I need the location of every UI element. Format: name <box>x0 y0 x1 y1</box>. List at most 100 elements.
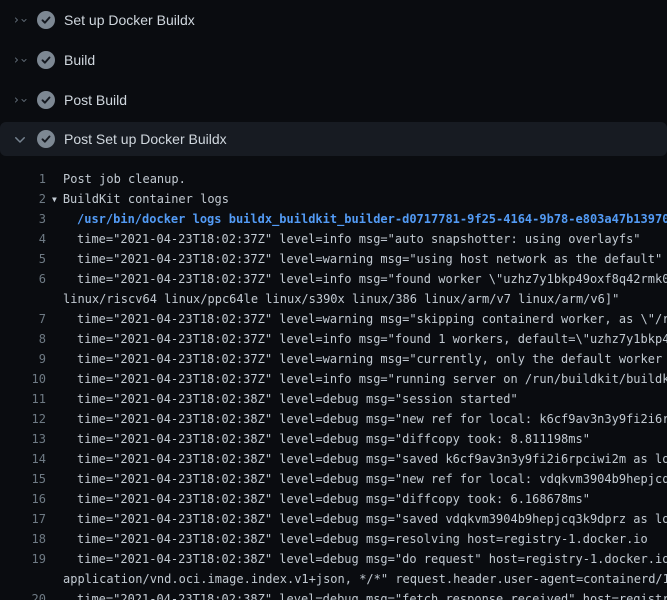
log-group-toggle[interactable]: ▼ BuildKit container logs <box>52 189 229 209</box>
log-line-text: linux/riscv64 linux/ppc64le linux/s390x … <box>63 289 619 309</box>
check-circle-icon <box>37 51 55 69</box>
log-row: 15time="2021-04-23T18:02:38Z" level=debu… <box>0 469 667 489</box>
log-text: application/vnd.oci.image.index.v1+json,… <box>63 572 667 586</box>
step-row-post-build[interactable]: Post Build <box>0 80 667 120</box>
step-title: Post Build <box>64 92 127 108</box>
log-row: 16 time="2021-04-23T18:02:38Z" level=debu… <box>0 489 667 509</box>
log-row: 4 time="2021-04-23T18:02:37Z" level=info … <box>0 229 667 249</box>
log-row: 11 time="2021-04-23T18:02:38Z" level=debu… <box>0 389 667 409</box>
log-text: time="2021-04-23T18:02:37Z" level=info m… <box>77 372 667 386</box>
log-line-number[interactable]: 16 <box>0 489 46 509</box>
log-text: time="2021-04-23T18:02:38Z" level=debug … <box>77 492 590 506</box>
chevron-right-icon <box>12 52 20 68</box>
log-row: 12 time="2021-04-23T18:02:38Z" level=debu… <box>0 409 667 429</box>
log-line-number[interactable]: 7 <box>0 309 46 329</box>
log-line-number[interactable]: 1 <box>0 169 46 189</box>
log-line-text: time="2021-04-23T18:02:37Z" level=warnin… <box>77 309 667 329</box>
log-area: 1 Post job cleanup. 2 ▼ BuildKit container l… <box>0 160 667 600</box>
log-text: time="2021-04-23T18:02:37Z" level=info m… <box>77 232 641 246</box>
check-circle-icon <box>37 130 55 148</box>
chevron-icon <box>12 52 28 68</box>
log-row: 20 time="2021-04-23T18:02:38Z" level=debu… <box>0 589 667 600</box>
log-line-text: time="2021-04-23T18:02:38Z" level=debug … <box>77 589 667 600</box>
log-line-text: time="2021-04-23T18:02:38Z" level=debug … <box>77 549 667 569</box>
log-row: 17 time="2021-04-23T18:02:38Z" level=debu… <box>0 509 667 529</box>
steps-list: Set up Docker Buildx Build Post Build <box>0 0 667 156</box>
log-line-number[interactable]: 13 <box>0 429 46 449</box>
step-title: Post Set up Docker Buildx <box>64 131 227 147</box>
log-line-number[interactable]: 18 <box>0 529 46 549</box>
log-line-text: time="2021-04-23T18:02:37Z" level=info m… <box>77 229 641 249</box>
log-line-number <box>0 289 46 309</box>
check-circle-icon <box>37 91 55 109</box>
log-line-number[interactable]: 3 <box>0 209 46 229</box>
log-line-number[interactable]: 20 <box>0 589 46 600</box>
log-line-text: application/vnd.oci.image.index.v1+json,… <box>63 569 667 589</box>
log-row: 1 Post job cleanup. <box>0 169 667 189</box>
log-line-number[interactable]: 5 <box>0 249 46 269</box>
log-text: time="2021-04-23T18:02:37Z" level=info m… <box>77 332 667 346</box>
chevron-down-icon <box>20 12 28 28</box>
log-row: 7 time="2021-04-23T18:02:37Z" level=warni… <box>0 309 667 329</box>
chevron-right-icon <box>12 12 20 28</box>
log-text: Post job cleanup. <box>63 172 186 186</box>
log-line-text: time="2021-04-23T18:02:37Z" level=info m… <box>77 369 667 389</box>
log-line-number[interactable]: 19 <box>0 549 46 569</box>
log-line-number <box>0 569 46 589</box>
log-row: 13 time="2021-04-23T18:02:38Z" level=debu… <box>0 429 667 449</box>
step-row-set-up-docker-buildx[interactable]: Set up Docker Buildx <box>0 0 667 40</box>
log-line-number[interactable]: 15 <box>0 469 46 489</box>
log-line-text: time="2021-04-23T18:02:38Z" level=debug … <box>77 429 590 449</box>
log-text: time="2021-04-23T18:02:38Z" level=debug … <box>77 432 590 446</box>
log-line-number[interactable]: 17 <box>0 509 46 529</box>
log-line-text: time="2021-04-23T18:02:38Z" level=debug … <box>77 489 590 509</box>
step-title: Build <box>64 52 95 68</box>
log-text: time="2021-04-23T18:02:38Z" level=debug … <box>77 552 667 566</box>
log-text: time="2021-04-23T18:02:37Z" level=warnin… <box>77 252 662 266</box>
log-line-number[interactable]: 8 <box>0 329 46 349</box>
log-row: 18 time="2021-04-23T18:02:38Z" level=debu… <box>0 529 667 549</box>
check-circle-icon <box>37 11 55 29</box>
log-line-text: time="2021-04-23T18:02:37Z" level=warnin… <box>77 249 662 269</box>
log-line-number[interactable]: 11 <box>0 389 46 409</box>
log-text: time="2021-04-23T18:02:38Z" level=debug … <box>77 512 667 526</box>
log-line-text: time="2021-04-23T18:02:37Z" level=info m… <box>77 269 667 289</box>
chevron-icon <box>12 92 28 108</box>
log-row: 19 time="2021-04-23T18:02:38Z" level=debu… <box>0 549 667 569</box>
chevron-down-icon <box>20 92 28 108</box>
log-command-text: /usr/bin/docker logs buildx_buildkit_bui… <box>77 209 667 229</box>
log-row: 8 time="2021-04-23T18:02:37Z" level=info … <box>0 329 667 349</box>
log-text: time="2021-04-23T18:02:38Z" level=debug … <box>77 532 648 546</box>
log-text: linux/riscv64 linux/ppc64le linux/s390x … <box>63 292 619 306</box>
log-line-text: time="2021-04-23T18:02:38Z" level=debug … <box>77 509 667 529</box>
log-line-number[interactable]: 6 <box>0 269 46 289</box>
log-line-number[interactable]: 14 <box>0 449 46 469</box>
log-row: 10 time="2021-04-23T18:02:37Z" level=info… <box>0 369 667 389</box>
step-row-post-set-up-docker-buildx[interactable]: Post Set up Docker Buildx <box>0 122 667 156</box>
chevron-icon <box>12 12 28 28</box>
log-line-text: time="2021-04-23T18:02:38Z" level=debug … <box>77 389 518 409</box>
log-lines: 1 Post job cleanup. 2 ▼ BuildKit container l… <box>0 169 667 600</box>
step-row-build[interactable]: Build <box>0 40 667 80</box>
log-line-number[interactable]: 4 <box>0 229 46 249</box>
log-row: 9 time="2021-04-23T18:02:37Z" level=warni… <box>0 349 667 369</box>
log-line-text: time="2021-04-23T18:02:38Z" level=debug … <box>77 409 667 429</box>
log-line-number[interactable]: 10 <box>0 369 46 389</box>
log-text: time="2021-04-23T18:02:38Z" level=debug … <box>77 592 667 600</box>
log-line-number[interactable]: 12 <box>0 409 46 429</box>
collapse-triangle-icon: ▼ <box>52 190 57 209</box>
step-title: Set up Docker Buildx <box>64 12 195 28</box>
log-line-number[interactable]: 9 <box>0 349 46 369</box>
log-text: time="2021-04-23T18:02:38Z" level=debug … <box>77 452 667 466</box>
log-text: BuildKit container logs <box>63 192 229 206</box>
log-text: time="2021-04-23T18:02:38Z" level=debug … <box>77 412 667 426</box>
log-line-number[interactable]: 2 <box>0 189 46 209</box>
chevron-icon <box>12 131 28 147</box>
log-text: time="2021-04-23T18:02:37Z" level=info m… <box>77 272 667 286</box>
log-text: time="2021-04-23T18:02:37Z" level=warnin… <box>77 352 667 366</box>
log-text: /usr/bin/docker logs buildx_buildkit_bui… <box>77 212 667 226</box>
log-text: time="2021-04-23T18:02:38Z" level=debug … <box>77 392 518 406</box>
log-row: application/vnd.oci.image.index.v1+json,… <box>0 569 667 589</box>
log-row: linux/riscv64 linux/ppc64le linux/s390x … <box>0 289 667 309</box>
chevron-down-icon <box>20 52 28 68</box>
